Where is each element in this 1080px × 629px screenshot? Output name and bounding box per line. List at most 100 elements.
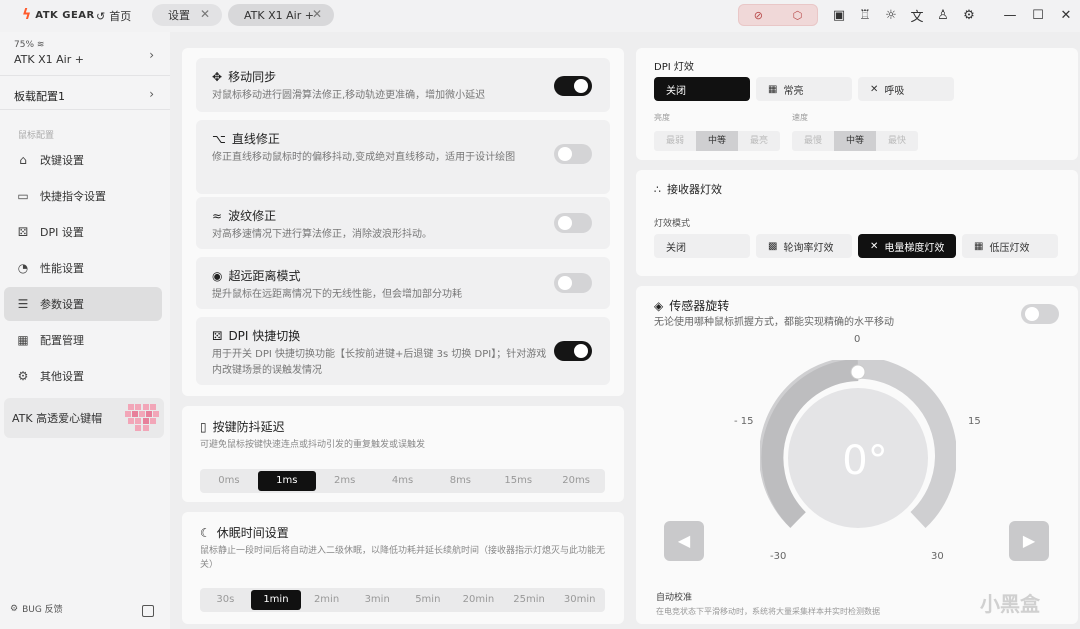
- bug-feedback-label: BUG 反馈: [22, 605, 63, 615]
- close-tab-icon[interactable]: ✕: [312, 7, 322, 21]
- video-icon[interactable]: ▣: [826, 8, 852, 23]
- keycap-promo-label: ATK 高透爱心键帽: [12, 412, 103, 425]
- debounce-option[interactable]: 20ms: [547, 471, 605, 491]
- long-range-toggle[interactable]: [554, 273, 592, 293]
- rotate-right-button[interactable]: ▶: [1009, 521, 1049, 561]
- dpi-light-off-button[interactable]: 关闭: [654, 77, 750, 101]
- auto-calibration-desc: 在电竞状态下平滑移动时，系统将大量采集样本并实时检测数据: [656, 607, 880, 616]
- dpi-light-breath-button[interactable]: ✕ 呼吸: [858, 77, 954, 101]
- dice-icon: ⚄: [212, 328, 223, 343]
- translate-icon[interactable]: 文: [904, 6, 930, 25]
- dots-icon: ∴: [654, 182, 661, 196]
- home-button[interactable]: ↺ 首页: [96, 8, 131, 24]
- sidebar-item-shortcut[interactable]: ▭ 快捷指令设置: [4, 179, 162, 213]
- app-logo: ϟ ATK GEAR: [22, 7, 95, 23]
- sidebar-item-other[interactable]: ⚙ 其他设置: [4, 359, 162, 393]
- close-window-button[interactable]: ✕: [1052, 8, 1080, 23]
- sun-icon[interactable]: ☼: [878, 8, 904, 23]
- move-sync-toggle[interactable]: [554, 76, 592, 96]
- sleep-option[interactable]: 5min: [403, 590, 454, 610]
- user-icon[interactable]: ♙: [930, 8, 956, 23]
- row-title: ◉ 超远距离模式: [212, 268, 301, 284]
- row-title: ⌥ 直线修正: [212, 131, 280, 147]
- sleep-desc: 鼠标静止一段时间后将自动进入二级休眠，以降低功耗并延长续航时间（接收器指示灯熄灭…: [200, 546, 606, 570]
- sleep-option[interactable]: 25min: [504, 590, 555, 610]
- profile-selector[interactable]: 板载配置1 ›: [0, 80, 170, 110]
- shield-icon: ⬡: [792, 8, 803, 22]
- sleep-option-selected[interactable]: 1min: [250, 590, 302, 610]
- sidebar-item-dpi[interactable]: ⚄ DPI 设置: [4, 215, 162, 249]
- status-pill[interactable]: ⊘ ⬡: [738, 4, 818, 26]
- keycap-promo-card[interactable]: ATK 高透爱心键帽: [4, 398, 164, 438]
- sensor-desc: 无论使用哪种鼠标抓握方式，都能实现精确的水平移动: [654, 317, 894, 328]
- speed-option-selected[interactable]: 中等: [834, 131, 876, 151]
- dpi-switch-toggle[interactable]: [554, 341, 592, 361]
- sleep-option[interactable]: 30min: [554, 590, 605, 610]
- shirt-icon[interactable]: ♖: [852, 8, 878, 23]
- gear-icon[interactable]: ⚙: [956, 8, 982, 23]
- debounce-option[interactable]: 0ms: [200, 471, 258, 491]
- brightness-option[interactable]: 最弱: [654, 131, 696, 151]
- debounce-option[interactable]: 2ms: [316, 471, 374, 491]
- sleep-option[interactable]: 3min: [352, 590, 403, 610]
- back-arrow-icon: ↺: [96, 9, 106, 23]
- tick-label: - 15: [734, 416, 754, 427]
- receiver-light-lowvolt-button[interactable]: ▦ 低压灯效: [962, 234, 1058, 258]
- sidebar: 75% ≋ ATK X1 Air + › 板载配置1 › 鼠标配置 ⌂ 改键设置 …: [0, 32, 170, 629]
- debounce-card: ▯ 按键防抖延迟 可避免鼠标按键快速连点或抖动引发的重复触发或误触发 0ms 1m…: [182, 406, 624, 502]
- speed-label: 速度: [792, 113, 808, 122]
- debounce-option[interactable]: 4ms: [374, 471, 432, 491]
- sensor-rotation-toggle[interactable]: [1021, 304, 1059, 324]
- speed-option[interactable]: 最慢: [792, 131, 834, 151]
- gauge-icon: ◔: [17, 261, 29, 275]
- maximize-button[interactable]: ☐: [1024, 8, 1052, 23]
- tab-settings[interactable]: 设置 ✕: [152, 4, 222, 26]
- minimize-button[interactable]: —: [996, 8, 1024, 23]
- tab-label: 设置: [168, 9, 190, 22]
- grid-icon: ▦: [768, 83, 778, 95]
- sparkle-icon: ✕: [870, 240, 879, 252]
- param-row-ripple: ≈ 波纹修正 对高移速情况下进行算法修正，消除波浪形抖动。: [196, 197, 610, 249]
- angle-readout: 0°: [842, 438, 888, 484]
- sidebar-item-performance[interactable]: ◔ 性能设置: [4, 251, 162, 285]
- rotate-left-button[interactable]: ◀: [664, 521, 704, 561]
- row-description: 对鼠标移动进行圆滑算法修正,移动轨迹更准确，增加微小延迟: [212, 90, 486, 101]
- bug-feedback-link[interactable]: ⚙ BUG 反馈: [10, 602, 63, 616]
- dial-handle[interactable]: [850, 364, 866, 380]
- debounce-option-selected[interactable]: 1ms: [257, 471, 316, 491]
- close-tab-icon[interactable]: ✕: [200, 7, 210, 21]
- angle-snap-toggle[interactable]: [554, 144, 592, 164]
- receiver-light-battery-button[interactable]: ✕ 电量梯度灯效: [858, 234, 956, 258]
- sleep-option[interactable]: 2min: [301, 590, 352, 610]
- debounce-option[interactable]: 8ms: [431, 471, 489, 491]
- device-selector[interactable]: 75% ≋ ATK X1 Air + ›: [0, 32, 170, 76]
- collapse-sidebar-icon[interactable]: [142, 605, 154, 617]
- sidebar-item-keymap[interactable]: ⌂ 改键设置: [4, 143, 162, 177]
- sleep-option[interactable]: 20min: [453, 590, 504, 610]
- ripple-toggle[interactable]: [554, 213, 592, 233]
- chevron-right-icon: ›: [149, 48, 154, 62]
- sliders-icon: ☰: [17, 297, 29, 311]
- dpi-light-title: DPI 灯效: [654, 62, 694, 73]
- sparkle-icon: ✕: [870, 83, 879, 95]
- receiver-light-off-button[interactable]: 关闭: [654, 234, 750, 258]
- row-description: 对高移速情况下进行算法修正，消除波浪形抖动。: [212, 229, 432, 240]
- debounce-option[interactable]: 15ms: [489, 471, 547, 491]
- receiver-light-polling-button[interactable]: ▩ 轮询率灯效: [756, 234, 852, 258]
- home-label: 首页: [109, 10, 132, 23]
- tick-label: 0: [854, 334, 861, 345]
- gear-icon: ⚙: [10, 603, 19, 614]
- sidebar-item-config[interactable]: ▦ 配置管理: [4, 323, 162, 357]
- brightness-option-selected[interactable]: 中等: [696, 131, 738, 151]
- sleep-option[interactable]: 30s: [200, 590, 251, 610]
- sidebar-item-params[interactable]: ☰ 参数设置: [4, 287, 162, 321]
- tab-device[interactable]: ATK X1 Air + ✕: [228, 4, 334, 26]
- sensor-title: ◈ 传感器旋转: [654, 298, 730, 314]
- debounce-segmented: 0ms 1ms 2ms 4ms 8ms 15ms 20ms: [200, 469, 605, 493]
- dpi-light-steady-button[interactable]: ▦ 常亮: [756, 77, 852, 101]
- brightness-option[interactable]: 最亮: [738, 131, 780, 151]
- param-row-dpi-switch: ⚄ DPI 快捷切换 用于开关 DPI 快捷切换功能【长按前进键+后退键 3s 切…: [196, 317, 610, 385]
- row-title: ⚄ DPI 快捷切换: [212, 328, 301, 344]
- profile-label: 板载配置1: [14, 90, 65, 103]
- speed-option[interactable]: 最快: [876, 131, 918, 151]
